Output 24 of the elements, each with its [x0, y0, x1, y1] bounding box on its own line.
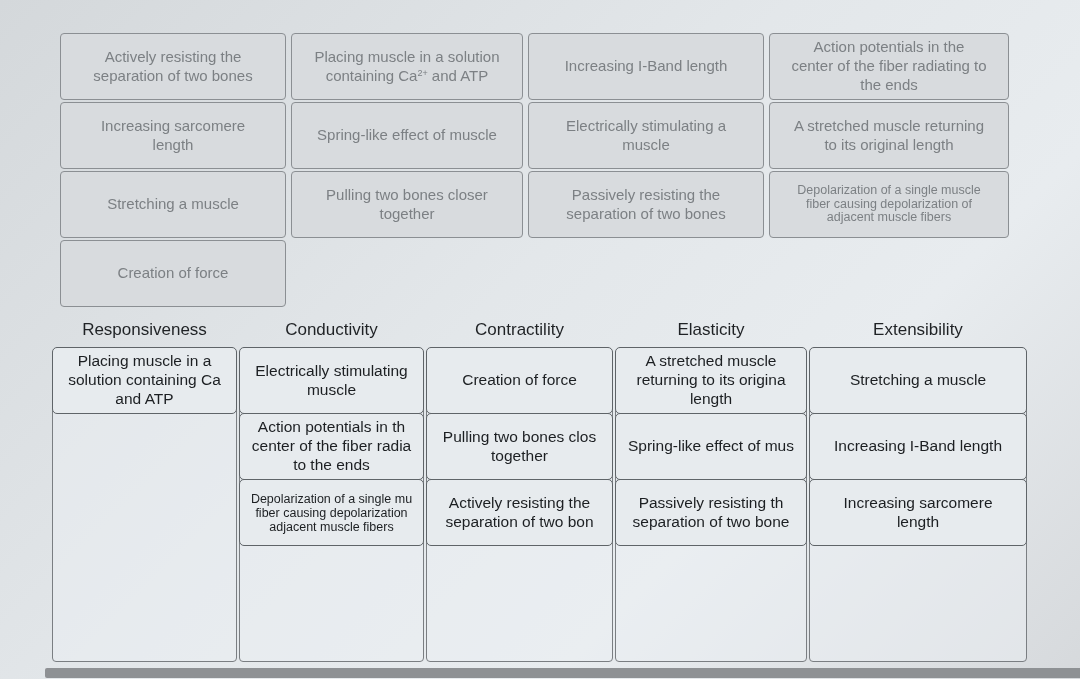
drop-zone[interactable]: Creation of force Pulling two bones clos together Actively resisting the separation of two bon	[426, 347, 613, 662]
placed-answer-tile[interactable]: Creation of force	[426, 347, 613, 414]
category-heading: Conductivity	[285, 319, 378, 341]
drop-zone[interactable]: Electrically stimulating muscle Action potentials in th center of the fiber radia to the ends Depolarization of a single mu fiber causing depolarization adjacent muscle fibers	[239, 347, 424, 662]
placed-answer-tile[interactable]: Spring-like effect of mus	[615, 413, 807, 480]
placed-answer-tile[interactable]: Pulling two bones clos together	[426, 413, 613, 480]
placed-answer-tile[interactable]: Increasing sarcomere length	[809, 479, 1027, 546]
placed-answer-tile[interactable]: Increasing I-Band length	[809, 413, 1027, 480]
placed-answer-tile[interactable]: Passively resisting th separation of two bone	[615, 479, 807, 546]
drop-zone[interactable]: A stretched muscle returning to its origina length Spring-like effect of mus Passively resisting th separation of two bone	[615, 347, 807, 662]
category-heading: Extensibility	[873, 319, 963, 341]
placed-answer-tile[interactable]: Stretching a muscle	[809, 347, 1027, 414]
drop-zone[interactable]: Stretching a muscle Increasing I-Band length Increasing sarcomere length	[809, 347, 1027, 662]
drop-zone[interactable]: Placing muscle in a solution containing Ca and ATP	[52, 347, 237, 662]
placed-answer-tile[interactable]: A stretched muscle returning to its origina length	[615, 347, 807, 414]
category-heading: Elasticity	[677, 319, 745, 341]
placed-answer-tile[interactable]: Action potentials in th center of the fiber radia to the ends	[239, 413, 424, 480]
placed-answer-tile[interactable]: Actively resisting the separation of two bon	[426, 479, 613, 546]
placed-answer-tile[interactable]: Electrically stimulating muscle	[239, 347, 424, 414]
horizontal-scrollbar[interactable]	[45, 668, 1080, 678]
category-heading: Contractility	[475, 319, 564, 341]
placed-answer-tile[interactable]: Placing muscle in a solution containing Ca and ATP	[52, 347, 237, 414]
placed-answer-tile[interactable]: Depolarization of a single mu fiber causing depolarization adjacent muscle fibers	[239, 479, 424, 546]
category-heading: Responsiveness	[82, 319, 207, 341]
